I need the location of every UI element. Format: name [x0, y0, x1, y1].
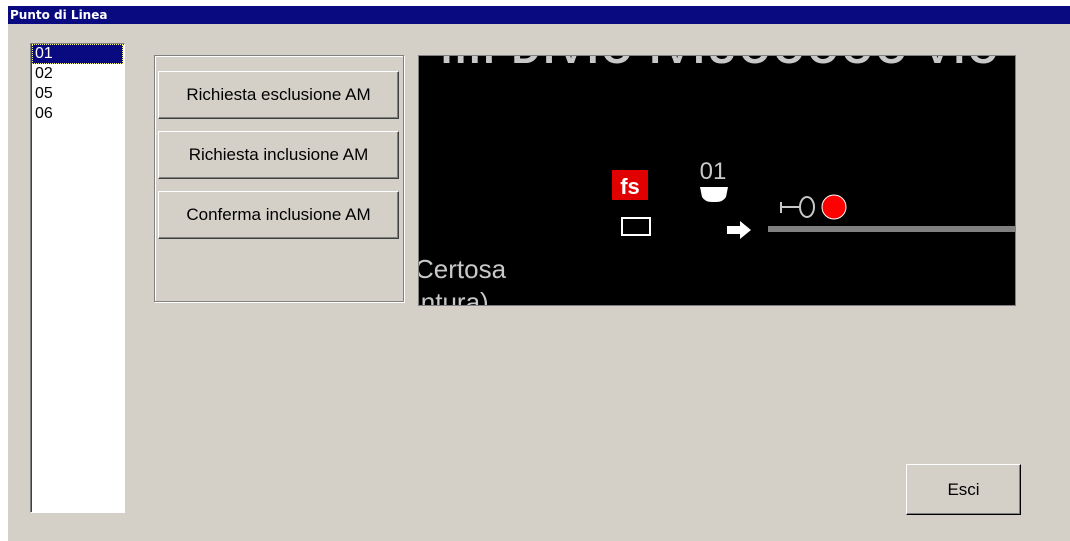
shield-icon [700, 187, 728, 202]
richiesta-esclusione-am-button[interactable]: Richiesta esclusione AM [158, 71, 399, 119]
esci-button[interactable]: Esci [906, 464, 1021, 515]
list-item[interactable]: 02 [32, 64, 123, 84]
station-name-line1: Certosa [419, 254, 507, 284]
track-schematic-svg: IIII DIVIO IVIUOOOOO VIC fs 01 Certosa i… [419, 56, 1015, 305]
list-item[interactable]: 06 [32, 104, 123, 124]
command-button-panel: Richiesta esclusione AM Richiesta inclus… [154, 55, 404, 302]
list-item[interactable]: 01 [32, 44, 123, 64]
richiesta-inclusione-am-button[interactable]: Richiesta inclusione AM [158, 131, 399, 179]
signal-light-red-icon [821, 194, 847, 220]
point-listbox[interactable]: 01 02 05 06 [30, 43, 125, 513]
station-name-line2: intura) [419, 287, 489, 305]
fs-logo-text: fs [620, 174, 640, 199]
list-item[interactable]: 05 [32, 84, 123, 104]
window-title: Punto di Linea [8, 6, 1070, 24]
direction-arrow-icon [727, 221, 751, 239]
track-line [768, 226, 1015, 232]
point-number-label: 01 [700, 158, 727, 185]
top-station-text: IIII DIVIO IVIUOOOOO VIC [441, 56, 1000, 72]
punto-di-linea-window: Punto di Linea 01 02 05 06 Richiesta esc… [8, 6, 1070, 541]
conferma-inclusione-am-button[interactable]: Conferma inclusione AM [158, 191, 399, 239]
point-status-box-icon [621, 217, 651, 236]
track-schematic-display: IIII DIVIO IVIUOOOOO VIC fs 01 Certosa i… [418, 55, 1016, 306]
signal-light-off-icon [799, 196, 815, 218]
